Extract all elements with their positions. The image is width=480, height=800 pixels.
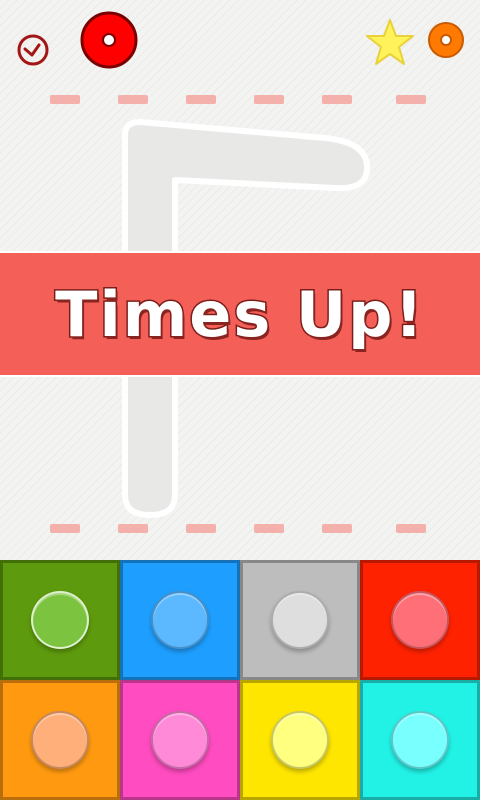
current-color-indicator <box>80 11 138 69</box>
color-button-green[interactable] <box>31 591 89 649</box>
color-tile-blue[interactable] <box>120 560 240 680</box>
color-button-gray[interactable] <box>271 591 329 649</box>
coin-icon <box>428 22 464 58</box>
color-tile-cyan[interactable] <box>360 680 480 800</box>
color-button-orange[interactable] <box>31 711 89 769</box>
color-tile-gray[interactable] <box>240 560 360 680</box>
color-button-yellow[interactable] <box>271 711 329 769</box>
color-tile-pink[interactable] <box>120 680 240 800</box>
color-tile-orange[interactable] <box>0 680 120 800</box>
color-button-pink[interactable] <box>151 711 209 769</box>
color-tile-yellow[interactable] <box>240 680 360 800</box>
color-button-red[interactable] <box>391 591 449 649</box>
color-button-cyan[interactable] <box>391 711 449 769</box>
color-tile-red[interactable] <box>360 560 480 680</box>
clock-icon <box>17 34 49 66</box>
times-up-banner: Times Up! <box>0 251 480 377</box>
color-palette <box>0 560 480 800</box>
color-tile-green[interactable] <box>0 560 120 680</box>
times-up-text: Times Up! <box>54 276 425 352</box>
color-button-blue[interactable] <box>151 591 209 649</box>
star-icon <box>366 19 414 65</box>
